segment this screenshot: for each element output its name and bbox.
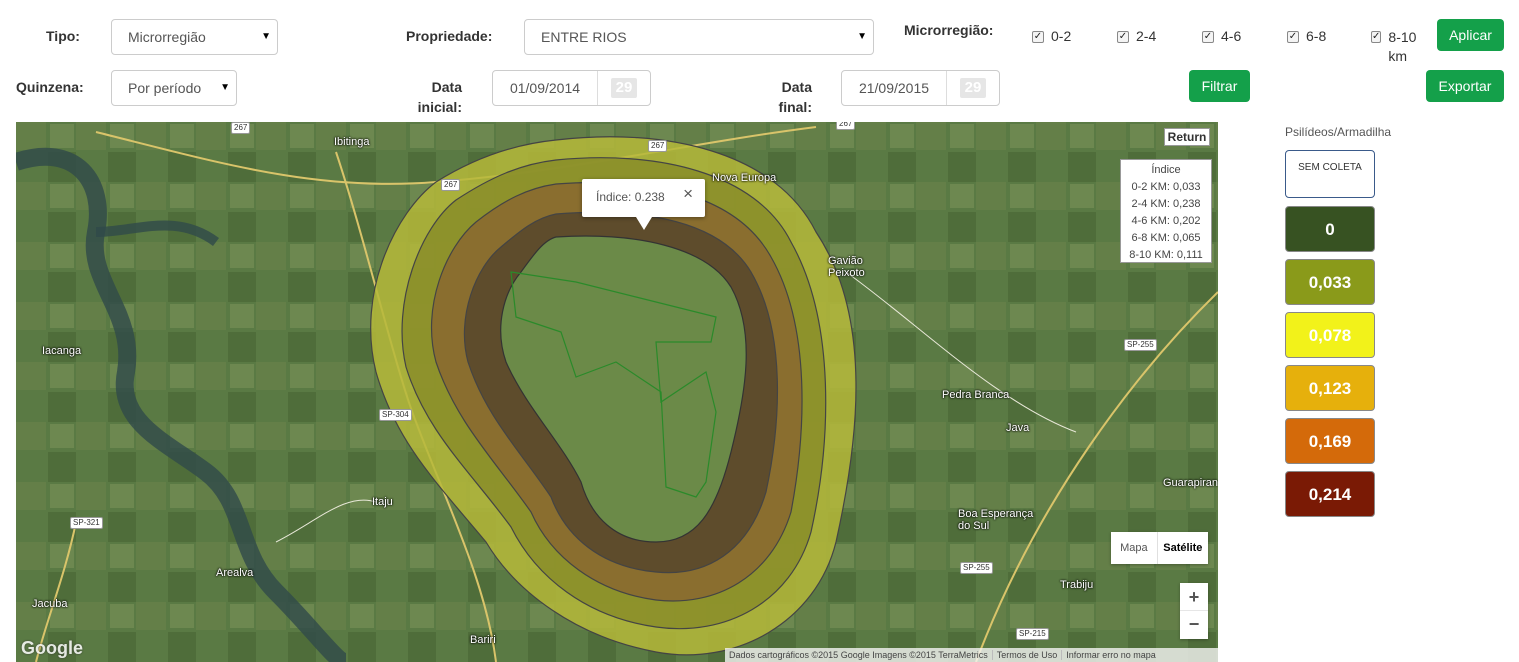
tipo-value: Microrregião: [128, 29, 206, 45]
range-checkbox-6-8[interactable]: ✓ 6-8: [1287, 28, 1326, 44]
legend-item: 0: [1285, 206, 1375, 252]
filtrar-button[interactable]: Filtrar: [1189, 70, 1250, 102]
exportar-button[interactable]: Exportar: [1426, 70, 1504, 102]
indice-panel: Índice 0-2 KM: 0,033 2-4 KM: 0,238 4-6 K…: [1120, 159, 1212, 263]
calendar-icon[interactable]: 29: [598, 71, 650, 105]
place-label: Jacuba: [32, 598, 68, 610]
place-label: Itaju: [372, 496, 393, 508]
attribution-text: Dados cartográficos ©2015 Google Imagens…: [729, 650, 988, 660]
data-final-field[interactable]: 21/09/2015 29: [841, 70, 1000, 106]
zoom-in-button[interactable]: +: [1180, 583, 1208, 611]
tipo-label: Tipo:: [46, 28, 80, 44]
data-final-label: Data final:: [778, 79, 812, 115]
map-type-satelite[interactable]: Satélite: [1156, 532, 1208, 564]
road-shield: SP-255: [960, 562, 993, 574]
map-type-mapa[interactable]: Mapa: [1111, 532, 1157, 564]
legend-item: 0,169: [1285, 418, 1375, 464]
range-label: 6-8: [1306, 28, 1327, 44]
info-popup: Índice: 0.238 ×: [582, 179, 705, 230]
legend-title: Psilídeos/Armadilha: [1285, 125, 1392, 139]
road-shield: SP-215: [1016, 628, 1049, 640]
legend-item: 0,214: [1285, 471, 1375, 517]
indice-title: Índice: [1151, 164, 1181, 176]
indice-line: 0-2 KM: 0,033: [1131, 181, 1201, 193]
road-shield: 267: [648, 140, 668, 152]
indice-line: 6-8 KM: 0,065: [1131, 232, 1201, 244]
close-icon[interactable]: ×: [683, 184, 693, 204]
road-shield: SP-255: [1124, 339, 1157, 351]
data-final-value: 21/09/2015: [842, 71, 947, 105]
checkmark-icon: ✓: [1371, 31, 1382, 43]
legend-sem-coleta: SEM COLETA: [1285, 150, 1375, 198]
map-attribution: Dados cartográficos ©2015 Google Imagens…: [725, 648, 1218, 662]
road-shield: 267: [231, 122, 251, 134]
legend-item: 0,033: [1285, 259, 1375, 305]
propriedade-label: Propriedade:: [406, 28, 493, 44]
range-checkbox-2-4[interactable]: ✓ 2-4: [1117, 28, 1156, 44]
place-label: Arealva: [216, 567, 254, 579]
data-inicial-label: Data inicial:: [417, 79, 462, 115]
map-canvas[interactable]: Ibitinga Nova Europa Gavião Peixoto Iaca…: [16, 122, 1218, 662]
quinzena-label: Quinzena:: [16, 79, 84, 95]
checkmark-icon: ✓: [1202, 31, 1214, 43]
checkmark-icon: ✓: [1032, 31, 1044, 43]
indice-line: 4-6 KM: 0,202: [1131, 215, 1201, 227]
quinzena-value: Por período: [128, 80, 202, 96]
zoom-control: + −: [1180, 583, 1208, 639]
range-label: 0-2: [1051, 28, 1072, 44]
place-label: Java: [1006, 422, 1030, 434]
google-logo[interactable]: Google: [21, 638, 83, 659]
legend-item: 0,123: [1285, 365, 1375, 411]
road-shield: 267: [441, 179, 461, 191]
calendar-icon[interactable]: 29: [947, 71, 999, 105]
place-label: Boa Esperança do Sul: [958, 508, 1034, 532]
terms-link[interactable]: Termos de Uso: [991, 650, 1062, 660]
place-label: Guarapiran: [1163, 477, 1218, 489]
map-type-control: Mapa Satélite: [1111, 532, 1208, 564]
place-label: Pedra Branca: [942, 389, 1010, 401]
place-label: Nova Europa: [712, 172, 777, 184]
caret-down-icon: ▼: [857, 31, 867, 42]
legend-item: 0,078: [1285, 312, 1375, 358]
microrregiao-label: Microrregião:: [904, 22, 994, 38]
range-checkbox-8-10[interactable]: ✓ 8-10 km: [1371, 28, 1431, 66]
range-checkbox-0-2[interactable]: ✓ 0-2: [1032, 28, 1071, 44]
tipo-select[interactable]: Microrregião ▼: [111, 19, 278, 55]
popup-pointer: [636, 217, 652, 230]
indice-line: 2-4 KM: 0,238: [1131, 198, 1201, 210]
propriedade-value: ENTRE RIOS: [541, 29, 627, 45]
range-checkbox-4-6[interactable]: ✓ 4-6: [1202, 28, 1241, 44]
propriedade-select[interactable]: ENTRE RIOS ▼: [524, 19, 874, 55]
place-label: Iacanga: [42, 345, 82, 357]
place-label: Ibitinga: [334, 136, 370, 148]
caret-down-icon: ▼: [261, 31, 271, 42]
checkmark-icon: ✓: [1287, 31, 1299, 43]
checkmark-icon: ✓: [1117, 31, 1129, 43]
place-label: Trabiju: [1060, 579, 1094, 591]
indice-line: 8-10 KM: 0,111: [1129, 249, 1203, 261]
place-label: Gavião Peixoto: [828, 255, 865, 279]
road-shield: SP-321: [70, 517, 103, 529]
road-shield: 267: [836, 122, 856, 130]
popup-text: Índice: 0.238: [596, 190, 665, 204]
data-inicial-field[interactable]: 01/09/2014 29: [492, 70, 651, 106]
road-shield: SP-304: [379, 409, 412, 421]
return-button[interactable]: Return: [1164, 128, 1210, 146]
range-label: 8-10 km: [1388, 29, 1417, 64]
caret-down-icon: ▼: [220, 82, 230, 93]
place-label: Bariri: [470, 634, 496, 646]
report-error-link[interactable]: Informar erro no mapa: [1061, 650, 1160, 660]
quinzena-select[interactable]: Por período ▼: [111, 70, 237, 106]
range-label: 4-6: [1221, 28, 1242, 44]
range-label: 2-4: [1136, 28, 1157, 44]
zoom-out-button[interactable]: −: [1180, 611, 1208, 638]
data-inicial-value: 01/09/2014: [493, 71, 598, 105]
aplicar-button[interactable]: Aplicar: [1437, 19, 1504, 51]
